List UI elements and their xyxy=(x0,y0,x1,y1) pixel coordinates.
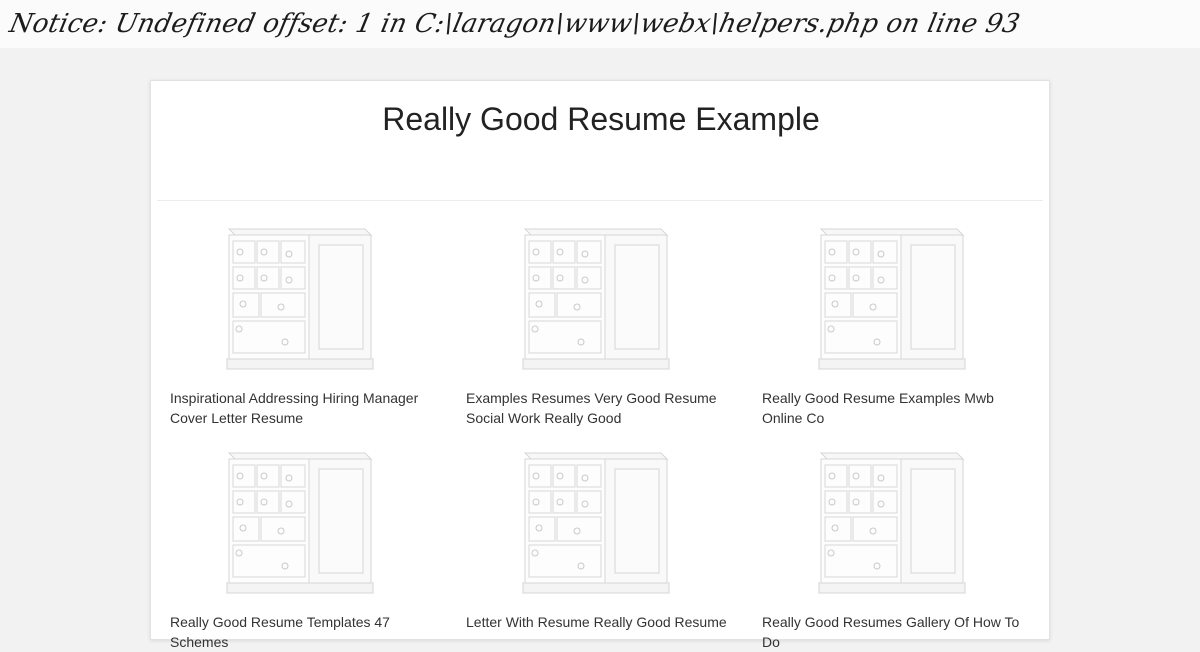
gallery-item-caption[interactable]: Really Good Resume Examples Mwb Online C… xyxy=(762,388,1032,428)
gallery-item-caption[interactable]: Letter With Resume Really Good Resume xyxy=(466,612,736,632)
gallery-item-caption[interactable]: Really Good Resumes Gallery Of How To Do xyxy=(762,612,1032,652)
gallery-item-caption[interactable]: Inspirational Addressing Hiring Manager … xyxy=(170,388,440,428)
dresser-image[interactable] xyxy=(521,223,671,375)
dresser-image[interactable] xyxy=(817,447,967,599)
dresser-image[interactable] xyxy=(521,447,671,599)
dresser-image[interactable] xyxy=(817,223,967,375)
php-notice-text: Notice: Undefined offset: 1 in C:\larago… xyxy=(6,9,1023,39)
content-card: Really Good Resume Example Inspirational… xyxy=(150,80,1051,650)
dresser-image[interactable] xyxy=(225,447,375,599)
dresser-image[interactable] xyxy=(225,223,375,375)
gallery-item-caption[interactable]: Really Good Resume Templates 47 Schemes xyxy=(170,612,440,652)
php-notice-bar: Notice: Undefined offset: 1 in C:\larago… xyxy=(0,0,1200,48)
gallery-item-caption[interactable]: Examples Resumes Very Good Resume Social… xyxy=(466,388,736,428)
gallery-grid: Inspirational Addressing Hiring Manager … xyxy=(151,81,1051,650)
